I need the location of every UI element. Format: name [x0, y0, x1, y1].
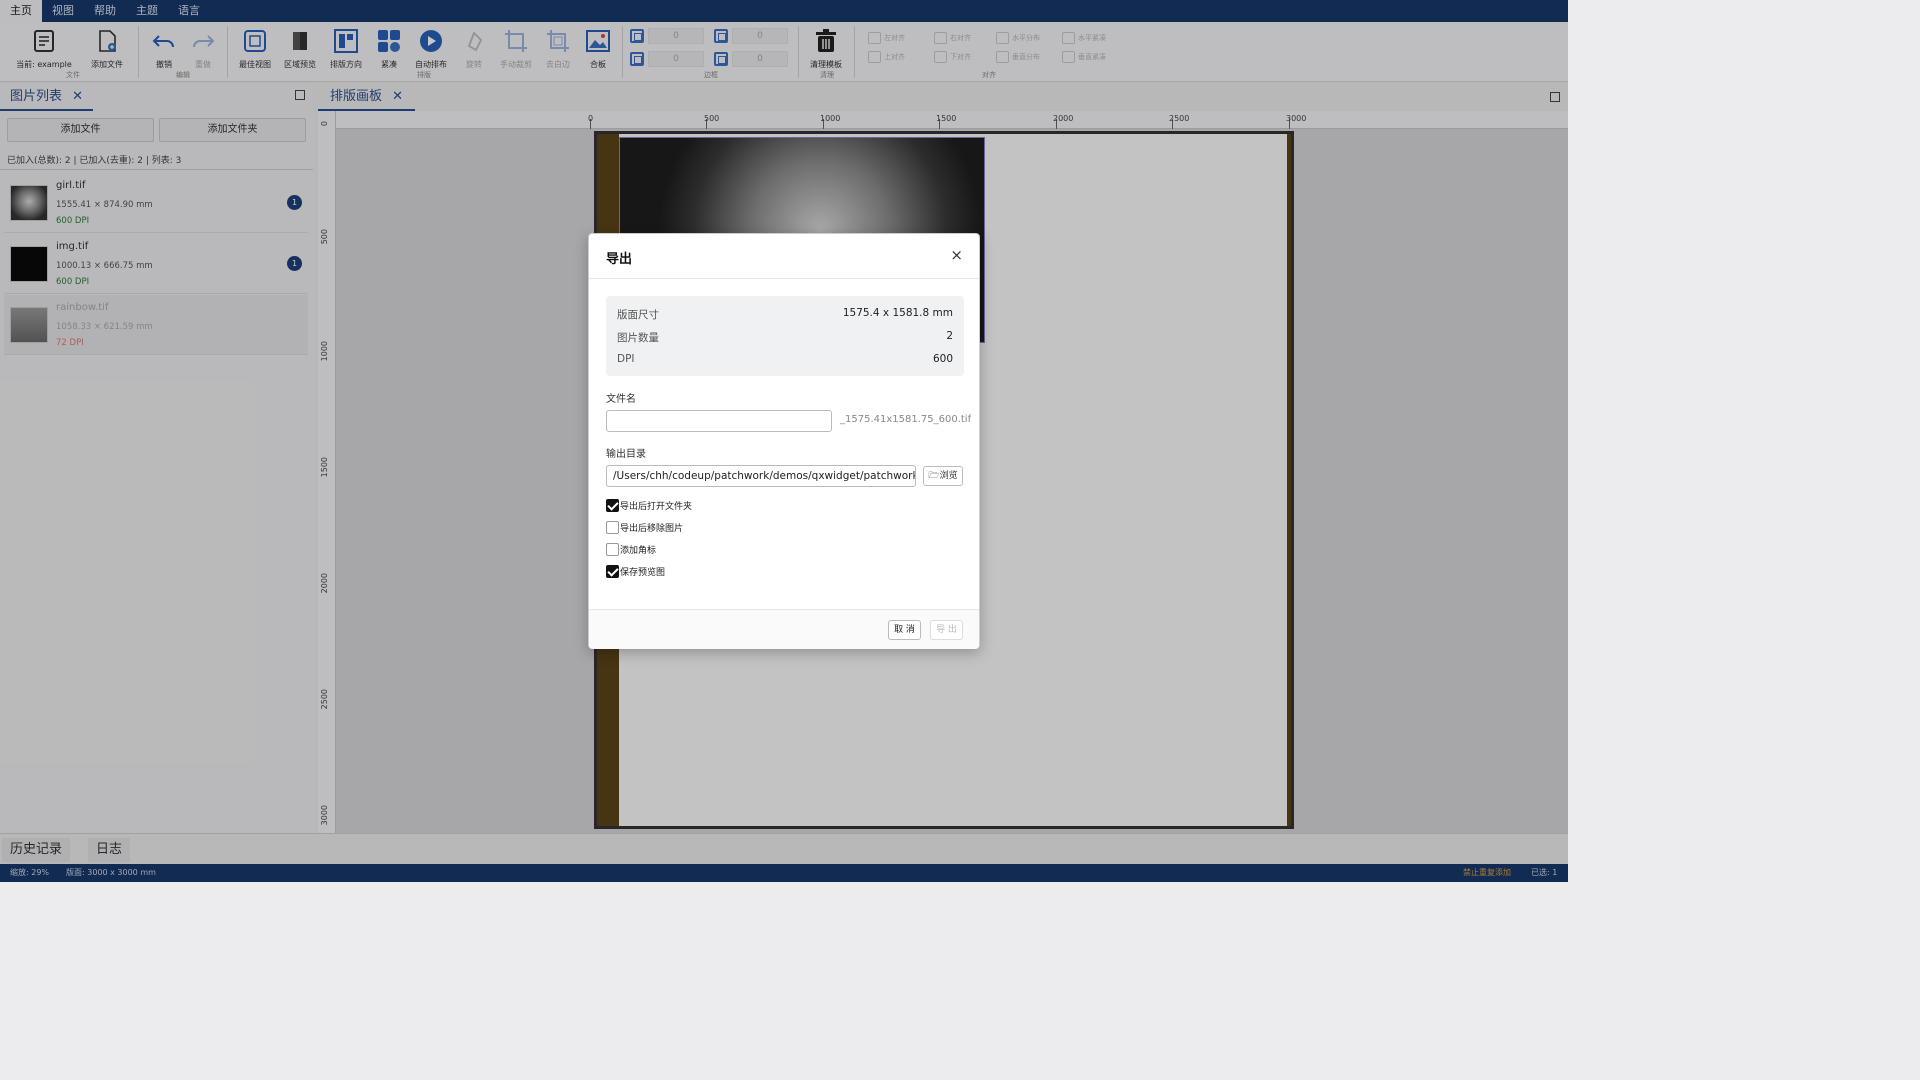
add-corner-mark-checkbox[interactable]: 添加角标: [606, 543, 656, 556]
close-icon[interactable]: ×: [950, 246, 963, 264]
summary-value: 1575.4 x 1581.8 mm: [842, 307, 953, 319]
filename-label: 文件名: [606, 394, 636, 405]
save-preview-checkbox[interactable]: 保存预览图: [606, 565, 665, 578]
dialog-title: 导出: [606, 252, 633, 267]
checkbox-label: 导出后移除图片: [620, 524, 684, 534]
summary-value: 600: [932, 353, 953, 365]
checkbox-label: 添加角标: [620, 546, 657, 556]
open-folder-checkbox[interactable]: 导出后打开文件夹: [606, 499, 692, 512]
summary-label: 图片数量: [617, 332, 659, 344]
checkbox-unchecked[interactable]: [606, 521, 619, 534]
filename-suffix: _1575.41x1581.75_600.tif: [840, 414, 972, 425]
export-dialog: 导出 × 版面尺寸 1575.4 x 1581.8 mm 图片数量 2 DPI …: [588, 233, 980, 649]
divider: [589, 278, 979, 279]
filename-input[interactable]: [606, 410, 832, 432]
summary-row: 版面尺寸 1575.4 x 1581.8 mm: [617, 307, 953, 322]
summary-value: 2: [946, 330, 953, 342]
summary-row: DPI 600: [617, 353, 953, 365]
folder-icon: 🗁: [928, 471, 940, 481]
export-summary: 版面尺寸 1575.4 x 1581.8 mm 图片数量 2 DPI 600: [606, 296, 964, 376]
summary-label: 版面尺寸: [617, 309, 659, 321]
checkbox-checked[interactable]: [606, 499, 619, 512]
dialog-footer: 取 消 导 出: [589, 609, 979, 649]
export-button[interactable]: 导 出: [930, 620, 963, 640]
browse-label: 浏览: [939, 471, 958, 481]
summary-label: DPI: [617, 353, 635, 365]
checkbox-label: 保存预览图: [620, 568, 666, 578]
checkbox-label: 导出后打开文件夹: [620, 502, 693, 512]
checkbox-checked[interactable]: [606, 565, 619, 578]
cancel-button[interactable]: 取 消: [888, 620, 921, 640]
remove-images-checkbox[interactable]: 导出后移除图片: [606, 521, 683, 534]
browse-button[interactable]: 🗁浏览: [923, 466, 963, 486]
checkbox-unchecked[interactable]: [606, 543, 619, 556]
output-dir-input[interactable]: /Users/chh/codeup/patchwork/demos/qxwidg…: [606, 465, 916, 487]
summary-row: 图片数量 2: [617, 330, 953, 345]
output-dir-label: 输出目录: [606, 449, 646, 460]
